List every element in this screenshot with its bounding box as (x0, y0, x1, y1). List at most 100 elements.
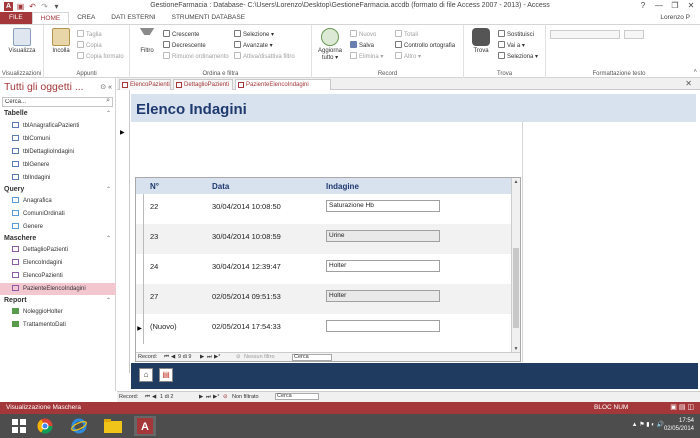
nav-section-report[interactable]: Report ⌃ (0, 296, 116, 306)
subform-vertical-scrollbar[interactable]: ▲ ▼ (511, 178, 520, 353)
subform-row-new[interactable]: ▶ (Nuovo) 02/05/2014 17:54:33 (136, 314, 512, 344)
start-icon[interactable] (8, 416, 30, 436)
cell-n[interactable]: 23 (150, 232, 158, 241)
trova-button[interactable]: Trova (466, 28, 496, 55)
subform[interactable]: N° Data Indagine 22 30/04/2014 10:08:50 … (135, 177, 521, 362)
elimina-button[interactable]: Elimina ▾ (350, 52, 383, 61)
close-button[interactable]: ✕ (684, 0, 698, 11)
nav-search-input[interactable] (2, 97, 113, 107)
salva-button[interactable]: Salva (350, 41, 374, 50)
record-selector[interactable]: ▶ (117, 90, 130, 373)
scroll-thumb[interactable] (513, 248, 519, 328)
close-document-icon[interactable]: ✕ (685, 79, 692, 88)
cell-n[interactable]: 27 (150, 292, 158, 301)
nav-item-table[interactable]: tblGenere (0, 159, 116, 171)
minimize-button[interactable]: — (652, 0, 666, 11)
cell-indagine[interactable]: Holter (326, 290, 440, 302)
nav-item-form-selected[interactable]: PazienteElencoIndagini (0, 283, 116, 295)
tab-strumenti-database[interactable]: STRUMENTI DATABASE (164, 12, 253, 24)
taglia-button[interactable]: Taglia (77, 30, 102, 39)
incolla-button[interactable]: Incolla (46, 28, 76, 55)
nav-item-form[interactable]: ElencoPazienti (0, 270, 116, 282)
system-tray-icons[interactable]: ▲ ⚑ ▮ ◐ 🔊 (632, 421, 664, 428)
prev-record-icon[interactable]: ◀ (152, 392, 156, 402)
cell-indagine[interactable]: Saturazione Hb (326, 200, 440, 212)
nav-pane-title[interactable]: Tutti gli oggetti ... (4, 81, 84, 93)
save-icon[interactable]: ▣ (16, 2, 25, 11)
cell-data[interactable]: 02/05/2014 17:54:33 (212, 322, 281, 331)
rimuovi-ordinamento-button[interactable]: Rimuovi ordinamento (163, 52, 229, 61)
font-size-select[interactable] (624, 30, 644, 39)
nav-section-tabelle[interactable]: Tabelle ⌃ (0, 109, 116, 119)
new-record-selector[interactable]: ▶ (136, 314, 144, 344)
collapse-ribbon-icon[interactable]: ˄ (693, 69, 697, 75)
subform-row[interactable]: 23 30/04/2014 10:08:59 Urine (136, 224, 512, 254)
filter-status[interactable]: Nessun filtro (244, 353, 275, 361)
new-record-icon[interactable]: ▶* (214, 353, 220, 361)
redo-icon[interactable]: ↷ (40, 2, 49, 11)
nav-item-form[interactable]: ElencoIndagini (0, 257, 116, 269)
last-record-icon[interactable]: ⏭ (206, 392, 211, 402)
restore-button[interactable]: ❐ (668, 0, 682, 11)
report-button[interactable]: ▤ (159, 368, 173, 382)
avanzate-button[interactable]: Avanzate ▾ (234, 41, 273, 50)
nav-item-table[interactable]: tblIndagini (0, 172, 116, 184)
filter-status[interactable]: Non filtrato (232, 392, 259, 402)
visualizza-button[interactable]: Visualizza (7, 28, 37, 55)
first-record-icon[interactable]: ⏮ (145, 392, 150, 402)
selezione-button[interactable]: Selezione ▾ (234, 30, 274, 39)
main-search-input[interactable]: Cerca (275, 393, 319, 400)
last-record-icon[interactable]: ⏭ (207, 353, 212, 361)
next-record-icon[interactable]: ▶ (200, 353, 204, 361)
nav-item-table[interactable]: tblDettaglioIndagini (0, 146, 116, 158)
attiva-filtro-button[interactable]: Attiva/disattiva filtro (234, 52, 295, 61)
nav-item-query[interactable]: Anagrafica (0, 195, 116, 207)
vai-a-button[interactable]: Vai a ▾ (498, 41, 525, 50)
chrome-icon[interactable] (34, 416, 56, 436)
nav-section-maschere[interactable]: Maschere ⌃ (0, 234, 116, 244)
nav-item-query[interactable]: ComuniOrdinati (0, 208, 116, 220)
nav-item-table[interactable]: tblAnagraficaPazienti (0, 120, 116, 132)
new-record-icon[interactable]: ▶* (213, 392, 219, 402)
cell-data[interactable]: 30/04/2014 12:39:47 (212, 262, 281, 271)
nav-item-table[interactable]: tblComuni (0, 133, 116, 145)
internet-explorer-icon[interactable] (68, 416, 90, 436)
cell-n[interactable]: (Nuovo) (150, 322, 177, 331)
decrescente-button[interactable]: Decrescente (163, 41, 206, 50)
tab-crea[interactable]: CREA (69, 12, 103, 24)
nav-item-report[interactable]: NoleggioHolter (0, 306, 116, 318)
tab-file[interactable]: FILE (0, 12, 32, 24)
totali-button[interactable]: Totali (395, 30, 418, 39)
nav-item-report[interactable]: TrattamentoDati (0, 319, 116, 331)
font-name-select[interactable] (550, 30, 620, 39)
doc-tab-dettaglio-pazienti[interactable]: DettaglioPazienti (173, 79, 233, 90)
cell-data[interactable]: 30/04/2014 10:08:50 (212, 202, 281, 211)
sostituisci-button[interactable]: Sostituisci (498, 30, 534, 39)
nav-pane-chevron-icon[interactable]: ⊙ « (100, 83, 112, 91)
controllo-ortografia-button[interactable]: Controllo ortografia (395, 41, 455, 50)
list-format-icon[interactable] (648, 30, 684, 39)
tab-dati-esterni[interactable]: DATI ESTERNI (103, 12, 163, 24)
scroll-up-icon[interactable]: ▲ (512, 178, 520, 186)
subform-search-input[interactable]: Cerca (292, 354, 332, 361)
record-position[interactable]: 9 di 9 (178, 353, 191, 361)
altro-button[interactable]: Altro ▾ (395, 52, 421, 61)
cell-data[interactable]: 02/05/2014 09:51:53 (212, 292, 281, 301)
copia-formato-button[interactable]: Copia formato (77, 52, 124, 61)
cell-n[interactable]: 24 (150, 262, 158, 271)
nav-item-query[interactable]: Genere (0, 221, 116, 233)
crescente-button[interactable]: Crescente (163, 30, 199, 39)
next-record-icon[interactable]: ▶ (199, 392, 203, 402)
record-position[interactable]: 1 di 2 (160, 392, 173, 402)
view-switcher-icons[interactable]: ▣ ▤ ◫ (670, 402, 694, 414)
seleziona-button[interactable]: Seleziona ▾ (498, 52, 538, 61)
home-button[interactable]: ⌂ (139, 368, 153, 382)
subform-row[interactable]: 24 30/04/2014 12:39:47 Holter (136, 254, 512, 284)
row-selector[interactable] (136, 194, 144, 224)
cell-indagine[interactable] (326, 320, 440, 332)
first-record-icon[interactable]: ⏮ (164, 353, 169, 361)
subform-row[interactable]: 22 30/04/2014 10:08:50 Saturazione Hb (136, 194, 512, 224)
copia-button[interactable]: Copia (77, 41, 102, 50)
search-icon[interactable]: ⌕ (106, 97, 110, 105)
customize-qat-icon[interactable]: ▾ (52, 2, 61, 11)
